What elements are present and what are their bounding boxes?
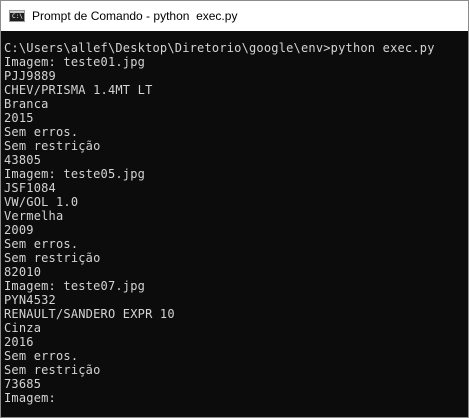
console-line: 2015: [4, 111, 34, 125]
console-line: 73685: [4, 377, 42, 391]
console-line: RENAULT/SANDERO EXPR 10: [4, 307, 175, 321]
console-line: CHEV/PRISMA 1.4MT LT: [4, 83, 153, 97]
window-title: Prompt de Comando - python exec.py: [32, 9, 238, 23]
console-line: JSF1084: [4, 181, 56, 195]
console-line: Imagem: teste01.jpg: [4, 55, 146, 69]
console-line: PYN4532: [4, 293, 56, 307]
console-line: PJJ9889: [4, 69, 56, 83]
console-line: Imagem:: [4, 391, 56, 405]
console-line: 2009: [4, 223, 34, 237]
cmd-icon: C:\: [9, 10, 25, 22]
console-line: Sem erros.: [4, 237, 79, 251]
console-line: 2016: [4, 335, 34, 349]
console-line: Sem erros.: [4, 349, 79, 363]
console-line: VW/GOL 1.0: [4, 195, 79, 209]
console-line: C:\Users\allef\Desktop\Diretorio\google\…: [4, 41, 435, 55]
console-line: 82010: [4, 265, 42, 279]
cmd-icon-prompt: C:\: [12, 13, 23, 20]
title-bar[interactable]: C:\ Prompt de Comando - python exec.py: [1, 1, 468, 31]
console-line: Cinza: [4, 321, 42, 335]
console-line: Sem restrição: [4, 251, 101, 265]
console-line: Sem restrição: [4, 363, 101, 377]
console-line: Imagem: teste07.jpg: [4, 279, 146, 293]
console-line: Sem erros.: [4, 125, 79, 139]
console-output[interactable]: C:\Users\allef\Desktop\Diretorio\google\…: [4, 41, 464, 405]
console-line: Sem restrição: [4, 139, 101, 153]
console-line: 43805: [4, 153, 42, 167]
command-prompt-window: C:\ Prompt de Comando - python exec.py C…: [0, 0, 469, 418]
console-line: Imagem: teste05.jpg: [4, 167, 146, 181]
console-line: Branca: [4, 97, 49, 111]
console-line: Vermelha: [4, 209, 64, 223]
